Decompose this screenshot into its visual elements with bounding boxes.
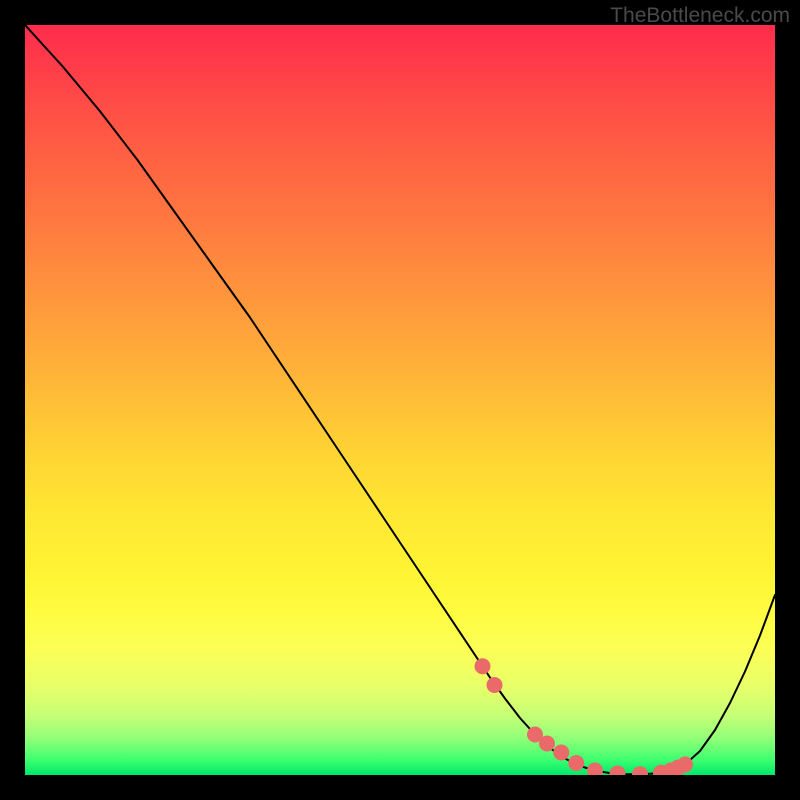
chart-container: TheBottleneck.com [0, 0, 800, 800]
gradient-background [25, 25, 775, 775]
watermark-text: TheBottleneck.com [610, 4, 790, 28]
plot-area [25, 25, 775, 775]
